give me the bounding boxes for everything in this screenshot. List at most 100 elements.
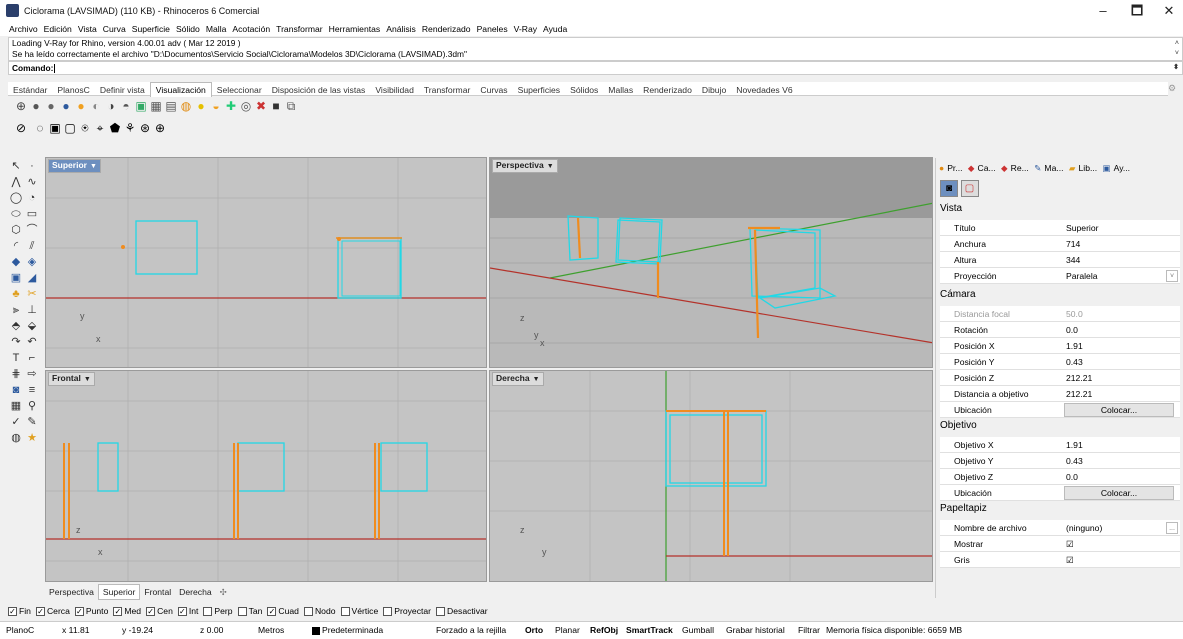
browse-button[interactable]: ... (1166, 522, 1178, 534)
checkbox-checked-icon[interactable]: ✓ (35, 607, 45, 617)
dimension-icon[interactable]: ⌐ (24, 350, 40, 366)
view-tab-derecha[interactable]: Derecha (175, 585, 215, 599)
tab-disposicion-vistas[interactable]: Disposición de las vistas (267, 83, 371, 97)
status-cplane[interactable]: PlanoC (6, 622, 34, 639)
arc-icon[interactable]: ◔ (24, 190, 40, 206)
move-icon[interactable]: ⬘ (8, 318, 24, 334)
xray-icon[interactable]: ● (74, 99, 88, 113)
menu-ayuda[interactable]: Ayuda (540, 22, 570, 36)
property-row[interactable]: Altura 344 (940, 252, 1180, 268)
osnap-11[interactable]: Proyectar (383, 606, 431, 617)
box-icon[interactable]: ▣ (8, 270, 24, 286)
menu-curva[interactable]: Curva (100, 22, 129, 36)
cplane-icon[interactable]: ▤ (164, 99, 178, 113)
rendered-icon[interactable]: ● (44, 99, 58, 113)
chevron-down-icon[interactable]: ˅ (1166, 270, 1178, 282)
frame-icon[interactable]: ▢ (960, 180, 979, 197)
render-icon[interactable]: ◍ (8, 430, 24, 446)
add-viewport-icon[interactable]: ✣ (216, 585, 231, 599)
checkbox-checked-icon[interactable]: ✓ (8, 607, 17, 617)
checkbox-unchecked-icon[interactable] (436, 607, 446, 617)
osnap-9[interactable]: Nodo (303, 606, 336, 617)
menu-superficie[interactable]: Superficie (129, 22, 173, 36)
checkbox-unchecked-icon[interactable] (303, 607, 313, 617)
osnap-2[interactable]: ✓ Punto (74, 606, 108, 617)
curvature-icon[interactable]: ⚘ (123, 121, 137, 135)
checkbox-unchecked-icon[interactable] (237, 607, 247, 617)
tab-transformar[interactable]: Transformar (419, 83, 475, 97)
ellipse-icon[interactable]: ⬭ (8, 206, 24, 222)
tab-solidos[interactable]: Sólidos (565, 83, 603, 97)
points-on-icon[interactable]: ⌖ (93, 121, 107, 135)
panel-tab-libraries[interactable]: Lib... (1079, 163, 1098, 173)
osnap-0[interactable]: ✓ Fin (8, 606, 31, 617)
copy-icon[interactable]: ⬙ (24, 318, 40, 334)
tab-superficies[interactable]: Superficies (513, 83, 566, 97)
split-icon[interactable]: ⊥ (24, 302, 40, 318)
property-row[interactable]: Gris ☑ (940, 552, 1180, 568)
tab-curvas[interactable]: Curvas (475, 83, 512, 97)
status-osnap[interactable]: RefObj (590, 622, 618, 639)
osnap-8[interactable]: ✓ Cuad (267, 606, 299, 617)
panel-tab-properties[interactable]: Pr... (947, 163, 962, 173)
mirror-icon[interactable]: ⇨ (24, 366, 40, 382)
sphere-icon[interactable]: ◢ (24, 270, 40, 286)
property-row[interactable]: Objetivo Z 0.0 (940, 469, 1180, 485)
panel-tab-materials[interactable]: Ma... (1044, 163, 1063, 173)
menu-paneles[interactable]: Paneles (474, 22, 511, 36)
artistic-icon[interactable]: ◑ (104, 99, 118, 113)
scale-icon[interactable]: ↶ (24, 334, 40, 350)
pen-icon[interactable]: ◓ (119, 99, 133, 113)
menu-acotacion[interactable]: Acotación (229, 22, 273, 36)
checkbox-checked-icon[interactable]: ✓ (177, 607, 187, 617)
environment-icon[interactable]: ✚ (224, 99, 238, 113)
property-row[interactable]: Objetivo X 1.91 (940, 437, 1180, 453)
menu-transformar[interactable]: Transformar (273, 22, 325, 36)
light-icon[interactable]: ● (194, 99, 208, 113)
place-button[interactable]: Colocar... (1064, 403, 1174, 417)
camera-icon[interactable]: ◙ (940, 180, 958, 197)
view-tab-perspectiva[interactable]: Perspectiva (45, 585, 98, 599)
tab-estandar[interactable]: Estándar (8, 83, 52, 97)
status-planar[interactable]: Planar (555, 622, 580, 639)
ghosted-icon[interactable]: ● (59, 99, 73, 113)
hide-icon[interactable]: ⊘ (14, 121, 28, 135)
property-row[interactable]: Ubicación Colocar... (940, 402, 1180, 418)
polyline-icon[interactable]: ⋀ (8, 174, 24, 190)
freeform-icon[interactable]: ⌒ (24, 222, 40, 238)
status-layer[interactable]: Predeterminada (322, 622, 383, 639)
boolean-diff-icon[interactable]: ✂ (24, 286, 40, 302)
property-row[interactable]: Rotación 0.0 (940, 322, 1180, 338)
boolean-icon[interactable]: ♣ (8, 286, 24, 302)
status-ortho[interactable]: Orto (525, 622, 543, 639)
unlock-icon[interactable]: ▢ (63, 121, 77, 135)
menu-vray[interactable]: V-Ray (511, 22, 540, 36)
status-gumball[interactable]: Gumball (682, 622, 714, 639)
property-row[interactable]: Posición Z 212.21 (940, 370, 1180, 386)
grid-icon[interactable]: ▦ (8, 398, 24, 414)
viewport-perspective[interactable]: Perspectiva ▼ z y x (489, 157, 933, 368)
viewport-right[interactable]: Derecha ▼ z y (489, 370, 933, 582)
osnap-10[interactable]: Vértice (340, 606, 378, 617)
status-grid-snap[interactable]: Forzado a la rejilla (436, 622, 506, 639)
menu-malla[interactable]: Malla (203, 22, 230, 36)
draft-angle-icon[interactable]: ⊕ (153, 121, 167, 135)
text-icon[interactable]: T (8, 350, 24, 366)
menu-analisis[interactable]: Análisis (383, 22, 419, 36)
viewport-top-label[interactable]: Superior ▼ (48, 159, 101, 173)
polygon-icon[interactable]: ⬡ (8, 222, 24, 238)
osnap-4[interactable]: ✓ Cen (146, 606, 173, 617)
osnap-12[interactable]: Desactivar (436, 606, 488, 617)
display-mode-icon[interactable]: ▣ (134, 99, 148, 113)
property-row[interactable]: Anchura 714 (940, 236, 1180, 252)
close-button[interactable]: ✕ (1152, 2, 1183, 20)
command-spin-icon[interactable]: ⬍ (1173, 62, 1179, 74)
checkbox-unchecked-icon[interactable] (340, 607, 350, 617)
menu-herramientas[interactable]: Herramientas (326, 22, 384, 36)
property-row[interactable]: Posición X 1.91 (940, 338, 1180, 354)
panel-tab-render[interactable]: Re... (1011, 163, 1029, 173)
property-row[interactable]: Posición Y 0.43 (940, 354, 1180, 370)
point-icon[interactable]: · (24, 158, 40, 174)
property-row[interactable]: Ubicación Colocar... (940, 485, 1180, 501)
menu-archivo[interactable]: Archivo (0, 22, 41, 36)
